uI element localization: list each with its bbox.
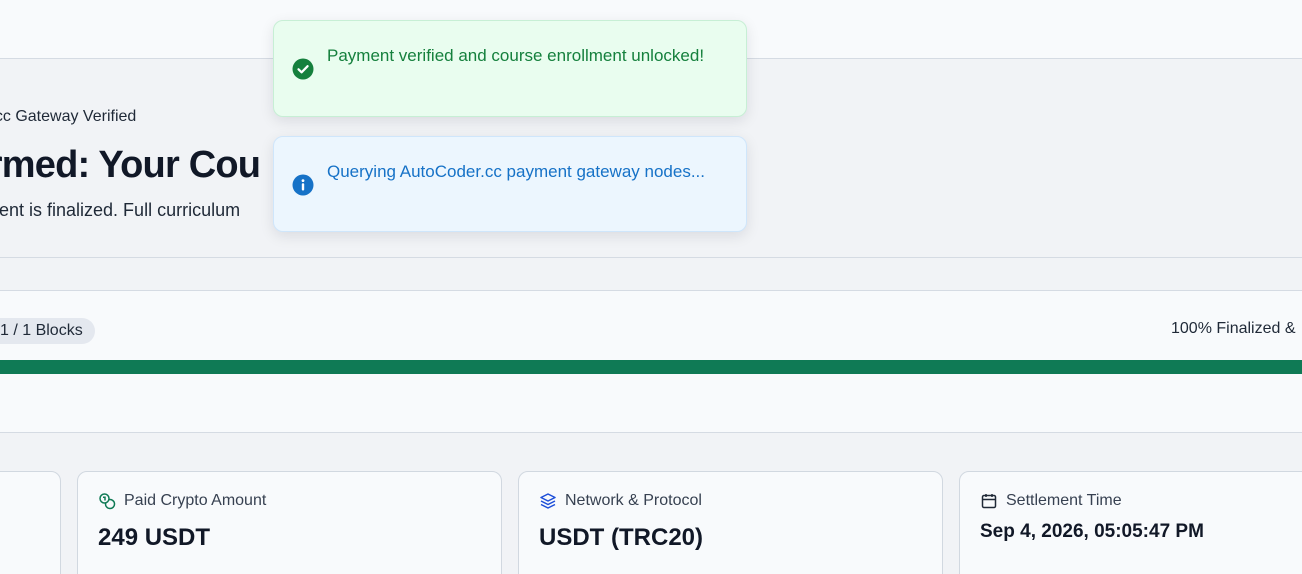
paid-amount-label: Paid Crypto Amount [124,492,267,509]
page-title: irmed: Your Cou [0,144,261,186]
settlement-time-value: Sep 4, 2026, 05:05:47 PM [980,521,1204,542]
payment-confirmation-page: r.cc Gateway Verified irmed: Your Cou me… [0,0,1302,574]
confirmation-progress-bar [0,360,1302,374]
section-spacer [0,258,1302,291]
block-count-badge: 1 / 1 Blocks [0,318,95,344]
settlement-time-card: Settlement Time Sep 4, 2026, 05:05:47 PM [959,471,1302,574]
paid-amount-value: 249 USDT [98,524,211,551]
settlement-time-label: Settlement Time [1006,492,1122,509]
calendar-icon [980,492,998,510]
layers-icon [539,492,557,510]
info-circle-icon [292,174,314,196]
finalized-status-text: 100% Finalized & [1171,320,1296,337]
network-protocol-card: Network & Protocol USDT (TRC20) [518,471,943,574]
success-toast[interactable]: Payment verified and course enrollment u… [273,20,747,117]
check-circle-icon [292,58,314,80]
success-toast-message: Payment verified and course enrollment u… [327,46,705,65]
network-protocol-label: Network & Protocol [565,492,702,509]
info-toast-message: Querying AutoCoder.cc payment gateway no… [327,162,706,181]
network-protocol-value: USDT (TRC20) [539,524,704,551]
confirmation-progress-fill [0,360,1302,374]
detail-card-partial [0,471,61,574]
gateway-verified-label: r.cc Gateway Verified [0,108,137,125]
paid-amount-card: Paid Crypto Amount 249 USDT [77,471,502,574]
page-subtitle: ment is finalized. Full curriculum [0,200,241,220]
info-toast[interactable]: Querying AutoCoder.cc payment gateway no… [273,136,747,232]
coins-icon [98,492,116,510]
